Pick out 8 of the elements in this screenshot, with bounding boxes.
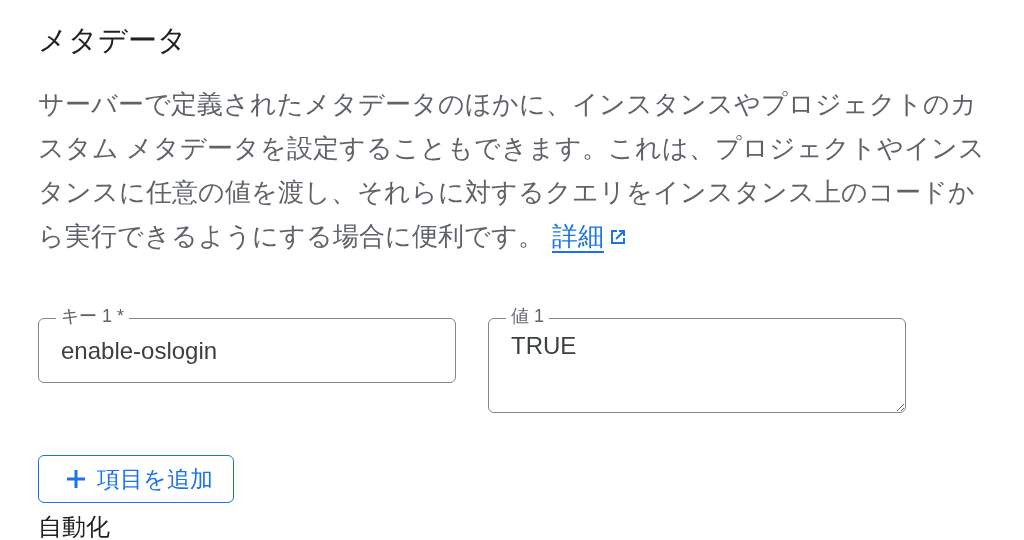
description-text: サーバーで定義されたメタデータのほかに、インスタンスやプロジェクトのカスタム メタデータを設定することもできます。これは、プロジェクトやインスタンスに任意の値を渡し、それらに対するクエリをインスタンス上のコードから実行できるようにする場合に便利です。 詳細 [38,87,986,253]
section-title: メタデータ [38,23,188,58]
field-label: キー 1 * [56,306,130,325]
plus-icon [65,467,87,490]
add-item-button[interactable]: 項目を追加 [38,454,234,504]
learn-more-link[interactable]: 詳細 [552,220,628,251]
section-title: 自動化 [38,513,111,540]
field-label: 値 1 [506,306,549,325]
